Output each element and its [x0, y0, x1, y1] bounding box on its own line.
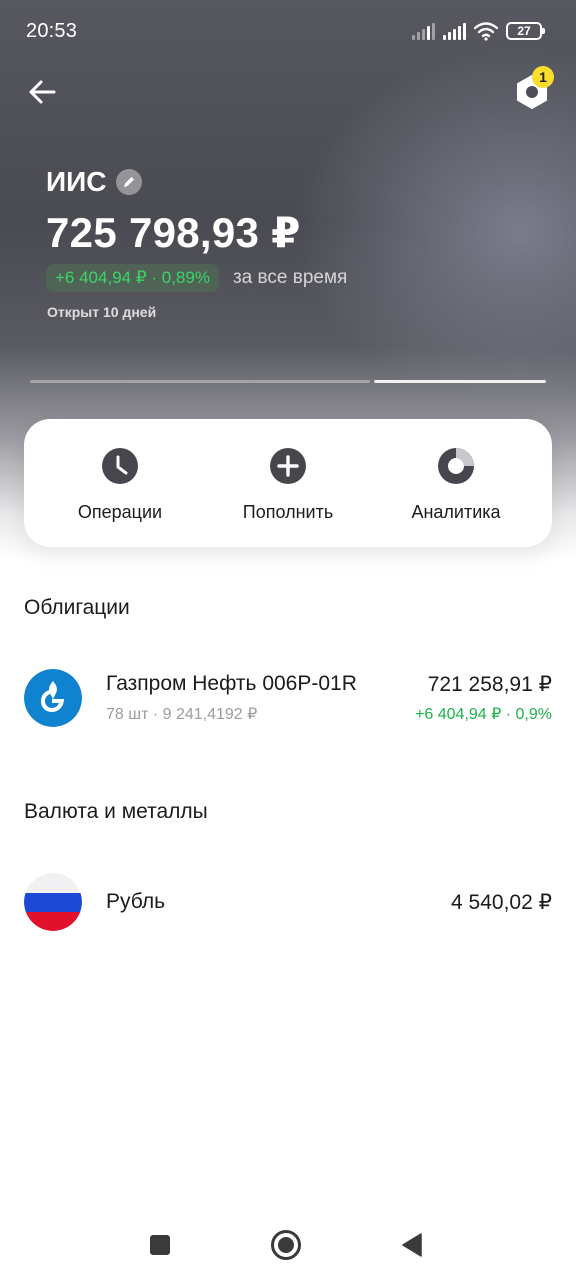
analytics-button[interactable]: Аналитика: [376, 419, 536, 547]
account-name-row: ИИС: [46, 166, 143, 198]
signal-2-icon: [443, 22, 466, 40]
gazprom-neft-logo-svg: [24, 669, 82, 727]
signal-1-icon: [412, 22, 435, 40]
russian-flag-icon: [24, 873, 82, 931]
account-balance: 725 798,93 ₽: [46, 209, 301, 256]
operations-button[interactable]: Операции: [40, 419, 200, 547]
bond-row-gazprom-neft[interactable]: Газпром Нефть 006Р-01R 78 шт · 9 241,419…: [0, 652, 576, 742]
clock-icon: [102, 448, 138, 484]
total-change-pill[interactable]: +6 404,94 ₽ · 0,89%: [46, 264, 219, 292]
home-button[interactable]: [269, 1228, 303, 1262]
currency-section-title: Валюта и металлы: [24, 800, 208, 823]
account-opened: Открыт 10 дней: [47, 304, 157, 320]
currency-name: Рубль: [106, 890, 166, 913]
change-row: +6 404,94 ₽ · 0,89% за все время: [46, 264, 347, 292]
gazprom-neft-logo: [24, 669, 82, 727]
bond-value: 721 258,91 ₽: [427, 673, 552, 696]
top-up-label: Пополнить: [242, 502, 334, 522]
donut-chart-icon: [438, 448, 474, 484]
settings-button[interactable]: 1: [510, 66, 554, 114]
russian-flag-svg: [24, 873, 82, 931]
edit-name-button[interactable]: [116, 169, 143, 195]
battery-level: 27: [517, 24, 531, 38]
recents-button[interactable]: [143, 1228, 177, 1262]
status-icons: 27: [412, 20, 545, 42]
arrow-left-icon: [29, 80, 56, 104]
bond-change: +6 404,94 ₽ · 0,9%: [415, 706, 552, 723]
bond-name: Газпром Нефть 006Р-01R: [106, 672, 357, 695]
system-navigation-bar: [0, 1210, 576, 1280]
change-period[interactable]: за все время: [233, 267, 347, 289]
pager-segment-active: [374, 380, 546, 383]
battery-icon: 27: [506, 22, 545, 40]
plus-circle-icon: [270, 448, 306, 484]
bond-quantity-price: 78 шт · 9 241,4192 ₽: [106, 706, 258, 723]
wifi-icon: [474, 22, 498, 41]
status-bar: 20:53 27: [0, 0, 576, 62]
carousel-pager: [30, 380, 546, 383]
recents-square-icon: [150, 1235, 170, 1255]
analytics-label: Аналитика: [411, 502, 501, 522]
pencil-icon: [124, 177, 135, 187]
currency-row-ruble[interactable]: Рубль 4 540,02 ₽: [0, 857, 576, 947]
back-button[interactable]: [22, 72, 62, 112]
top-up-button[interactable]: Пополнить: [208, 419, 368, 547]
system-back-button[interactable]: [395, 1228, 429, 1262]
operations-label: Операции: [77, 502, 163, 522]
home-circle-icon: [271, 1230, 301, 1260]
actions-card: Операции Пополнить Аналитика: [24, 419, 552, 547]
account-name: ИИС: [46, 166, 107, 197]
notification-badge: 1: [532, 66, 554, 88]
back-triangle-icon: [402, 1233, 422, 1257]
status-time: 20:53: [26, 20, 78, 42]
bonds-section-title: Облигации: [24, 596, 130, 619]
pager-segment: [30, 380, 370, 383]
currency-value: 4 540,02 ₽: [451, 891, 552, 914]
